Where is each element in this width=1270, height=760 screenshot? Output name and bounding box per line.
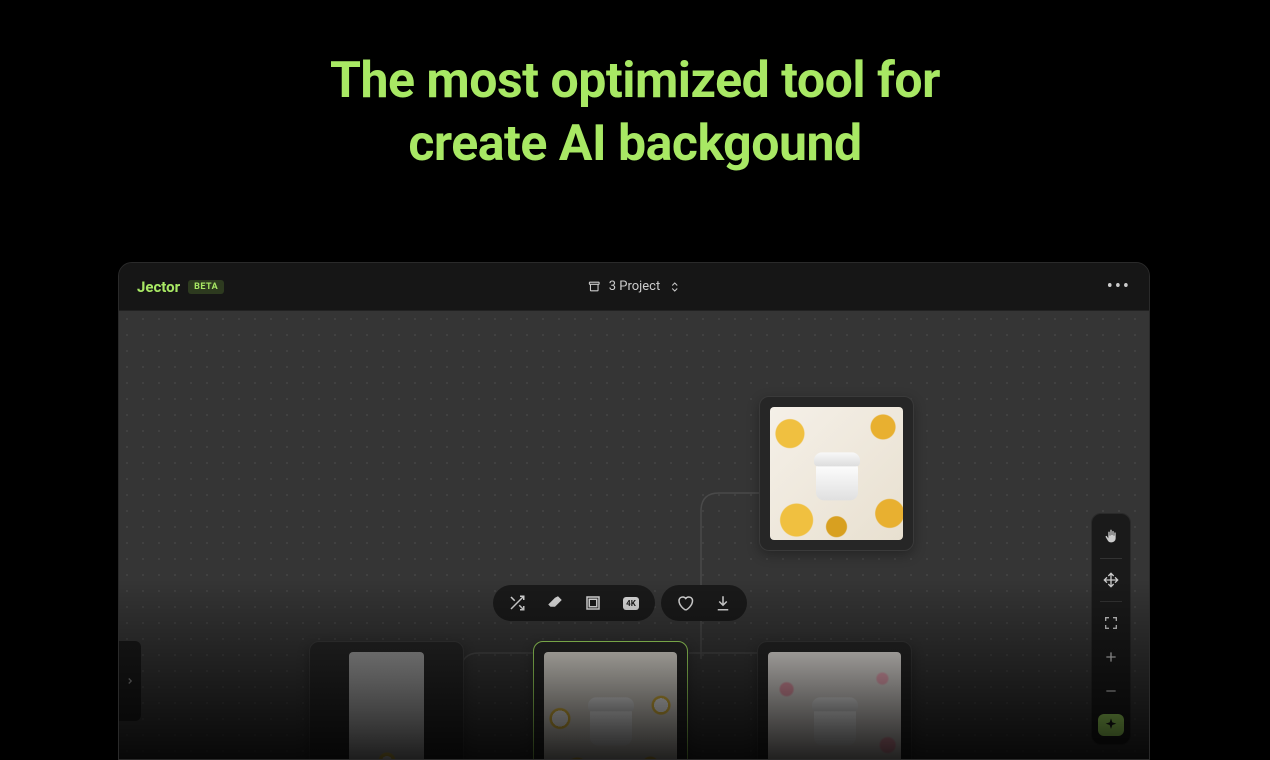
chevron-updown-icon bbox=[668, 281, 680, 293]
more-menu-button[interactable]: ••• bbox=[1107, 278, 1131, 296]
download-button[interactable] bbox=[713, 593, 733, 613]
project-label: 3 Project bbox=[609, 279, 661, 294]
like-button[interactable] bbox=[675, 593, 695, 613]
headline-line-2: create AI backgound bbox=[0, 113, 1270, 176]
move-icon bbox=[1103, 572, 1119, 588]
view-tools-panel bbox=[1091, 513, 1131, 745]
zoom-out-button[interactable] bbox=[1096, 676, 1126, 706]
node-yellow-flowers[interactable] bbox=[759, 396, 914, 551]
logo[interactable]: Jector BETA bbox=[137, 278, 224, 296]
crop-icon bbox=[584, 594, 602, 612]
thumbnail bbox=[768, 652, 901, 760]
headline-line-1: The most optimized tool for bbox=[0, 50, 1270, 113]
node-gray-portrait[interactable] bbox=[309, 641, 464, 760]
beta-badge: BETA bbox=[188, 280, 224, 294]
hand-tool-button[interactable] bbox=[1096, 522, 1126, 552]
fullscreen-button[interactable] bbox=[1096, 608, 1126, 638]
download-icon bbox=[714, 594, 732, 612]
hand-icon bbox=[1103, 529, 1119, 545]
fullscreen-icon bbox=[1103, 615, 1119, 631]
eraser-icon bbox=[546, 594, 564, 612]
quality-badge: 4K bbox=[623, 597, 639, 610]
node-daisies-selected[interactable] bbox=[533, 641, 688, 760]
crop-button[interactable] bbox=[583, 593, 603, 613]
zoom-in-button[interactable] bbox=[1096, 642, 1126, 672]
heart-icon bbox=[676, 594, 694, 612]
erase-button[interactable] bbox=[545, 593, 565, 613]
product-jar-icon bbox=[810, 697, 860, 745]
app-header: Jector BETA 3 Project ••• bbox=[119, 263, 1149, 311]
canvas[interactable]: 4K bbox=[119, 311, 1149, 759]
app-window: Jector BETA 3 Project ••• bbox=[118, 262, 1150, 760]
logo-text: Jector bbox=[137, 278, 180, 296]
product-jar-icon bbox=[586, 697, 636, 745]
sidebar-expand-handle[interactable] bbox=[119, 641, 141, 721]
thumbnail bbox=[770, 407, 903, 540]
chevron-right-icon bbox=[125, 674, 135, 688]
archive-icon bbox=[588, 280, 601, 293]
context-toolbar: 4K bbox=[493, 585, 747, 621]
node-pink-petals[interactable] bbox=[757, 641, 912, 760]
shuffle-button[interactable] bbox=[507, 593, 527, 613]
minus-icon bbox=[1103, 683, 1119, 699]
marketing-headline: The most optimized tool for create AI ba… bbox=[0, 0, 1270, 175]
thumbnail bbox=[349, 652, 424, 760]
product-jar-icon bbox=[812, 452, 862, 500]
shuffle-icon bbox=[508, 594, 526, 612]
plus-icon bbox=[1103, 649, 1119, 665]
toolbar-group-actions: 4K bbox=[493, 585, 655, 621]
move-tool-button[interactable] bbox=[1096, 565, 1126, 595]
thumbnail bbox=[544, 652, 677, 760]
quality-4k-button[interactable]: 4K bbox=[621, 593, 641, 613]
toolbar-group-save bbox=[661, 585, 747, 621]
sparkle-icon bbox=[1103, 717, 1119, 733]
project-switcher[interactable]: 3 Project bbox=[588, 279, 681, 294]
ai-generate-button[interactable] bbox=[1098, 714, 1124, 736]
